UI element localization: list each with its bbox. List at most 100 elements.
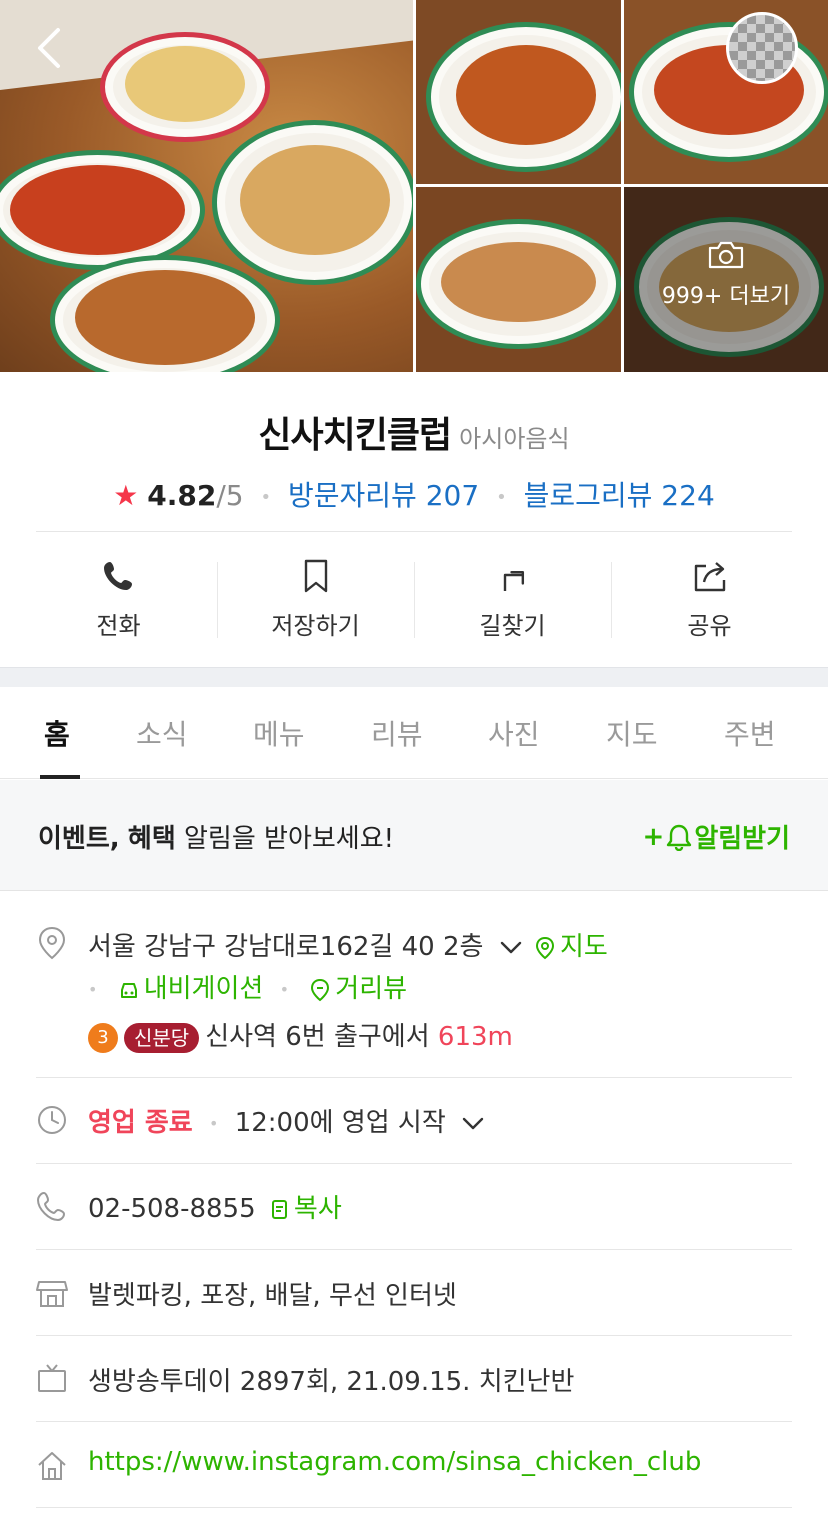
back-button[interactable] [30, 26, 70, 70]
streetview-icon [311, 978, 330, 1001]
website-link[interactable]: https://www.instagram.com/sinsa_chicken_… [88, 1447, 701, 1477]
store-icon [36, 1276, 68, 1310]
streetview-link[interactable]: 거리뷰 [305, 974, 407, 1004]
copy-icon [271, 1199, 287, 1219]
clock-icon [36, 1103, 68, 1137]
copy-button[interactable]: 복사 [264, 1194, 342, 1224]
more-photos-button[interactable]: 999+ 더보기 [624, 240, 828, 320]
tv-icon [36, 1362, 68, 1396]
tab-menu[interactable]: 메뉴 [253, 713, 305, 753]
tab-reviews[interactable]: 리뷰 [371, 713, 423, 753]
photo-3[interactable] [624, 0, 828, 184]
home-icon [36, 1449, 68, 1483]
camera-icon [708, 241, 744, 269]
chevron-left-icon [38, 28, 60, 68]
directions-icon [503, 570, 524, 591]
place-summary: 신사치킨클럽 아시아음식 ★ 4.82/5 • 방문자리뷰 207 • 블로그리뷰… [0, 372, 828, 532]
divider [36, 1421, 792, 1422]
tab-home[interactable]: 홈 [44, 713, 70, 753]
divider [36, 1077, 792, 1078]
directions-button[interactable]: 길찾기 [414, 532, 611, 667]
streetview-label: 거리뷰 [335, 974, 408, 1004]
tab-news[interactable]: 소식 [136, 713, 188, 753]
subway-row: 3 신분당 신사역 6번 출구에서 613m [88, 1016, 513, 1053]
chevron-down-icon[interactable] [462, 1117, 484, 1131]
notification-label: 알림받기 [694, 824, 790, 854]
noodle-food [125, 46, 245, 122]
blog-reviews-link[interactable]: 블로그리뷰 224 [524, 479, 715, 512]
chicken-food [240, 145, 390, 255]
hours-row[interactable]: 영업 종료 • 12:00에 영업 시작 [88, 1102, 484, 1139]
car-icon [120, 982, 137, 998]
photo-4[interactable] [416, 187, 621, 372]
avatar[interactable] [726, 12, 798, 84]
notification-subscribe-button[interactable]: + 알림받기 [643, 818, 790, 855]
separator-dot: • [209, 1114, 219, 1133]
navigation-row: • 내비게이션 • 거리뷰 [88, 968, 407, 1005]
map-link-label: 지도 [559, 932, 608, 962]
phone-row: 02-508-8855 복사 [88, 1188, 342, 1225]
tv-appearance: 생방송투데이 2897회, 21.09.15. 치킨난반 [88, 1367, 575, 1397]
chevron-down-icon[interactable] [500, 941, 522, 955]
map-pin-icon [535, 936, 554, 959]
rating-value: 4.82 [147, 479, 217, 512]
more-photos-label: 999+ 더보기 [661, 284, 791, 309]
food [441, 242, 596, 322]
photo-gallery[interactable]: 999+ 더보기 [0, 0, 828, 372]
navigation-label: 내비게이션 [143, 974, 264, 1004]
business-status: 영업 종료 [88, 1108, 193, 1138]
separator-dot: • [88, 980, 98, 999]
save-button[interactable]: 저장하기 [217, 532, 414, 667]
separator-dot: • [496, 486, 507, 508]
share-icon [694, 562, 725, 592]
divider [36, 1249, 792, 1250]
event-bold-1: 이벤트, [38, 824, 120, 854]
navigation-link[interactable]: 내비게이션 [114, 974, 272, 1004]
call-label: 전화 [96, 612, 141, 640]
tab-bar: 홈 소식 메뉴 리뷰 사진 지도 주변 [0, 687, 828, 779]
divider [36, 1507, 792, 1508]
station-distance: 613m [437, 1022, 513, 1052]
event-banner: 이벤트, 혜택 알림을 받아보세요! + 알림받기 [0, 780, 828, 891]
call-button[interactable]: 전화 [20, 532, 217, 667]
copy-label: 복사 [293, 1194, 342, 1224]
bookmark-icon [304, 559, 327, 593]
section-gap [0, 667, 828, 687]
action-bar: 전화 저장하기 길찾기 공유 [20, 532, 808, 667]
visitor-reviews-link[interactable]: 방문자리뷰 207 [288, 479, 479, 512]
business-hours: 12:00에 영업 시작 [234, 1108, 446, 1138]
star-icon: ★ [113, 479, 139, 512]
share-label: 공유 [687, 612, 732, 640]
phone-outline-icon [36, 1189, 68, 1223]
tab-nearby[interactable]: 주변 [724, 713, 776, 753]
food [456, 45, 596, 145]
dumpling-food [75, 270, 255, 365]
separator-dot: • [260, 486, 272, 508]
phone-icon [103, 562, 132, 590]
share-button[interactable]: 공유 [611, 532, 808, 667]
photo-2[interactable] [416, 0, 621, 184]
location-pin-icon [36, 926, 68, 960]
spicy-food [10, 165, 185, 255]
phone-number[interactable]: 02-508-8855 [88, 1194, 256, 1224]
address-row: 서울 강남구 강남대로162길 40 2층 지도 [88, 926, 608, 963]
directions-label: 길찾기 [479, 612, 546, 640]
event-rest: 알림을 받아보세요! [184, 824, 395, 854]
event-message: 이벤트, 혜택 알림을 받아보세요! [38, 818, 394, 855]
plus-sign: + [642, 821, 665, 852]
separator-dot: • [279, 980, 290, 999]
sinbundang-line-badge: 신분당 [124, 1022, 200, 1053]
tab-map[interactable]: 지도 [606, 713, 658, 753]
tab-photos[interactable]: 사진 [488, 713, 540, 753]
active-tab-indicator [40, 775, 80, 779]
rating-max: /5 [216, 479, 244, 512]
save-label: 저장하기 [271, 612, 360, 640]
bell-icon [667, 824, 692, 851]
map-link[interactable]: 지도 [530, 932, 608, 962]
amenities-text: 발렛파킹, 포장, 배달, 무선 인터넷 [88, 1281, 457, 1311]
divider [36, 1335, 792, 1336]
station-directions: 신사역 6번 출구에서 [205, 1022, 430, 1052]
address-text: 서울 강남구 강남대로162길 40 2층 [88, 932, 484, 962]
place-category: 아시아음식 [459, 425, 570, 453]
place-name: 신사치킨클럽 [258, 415, 452, 456]
